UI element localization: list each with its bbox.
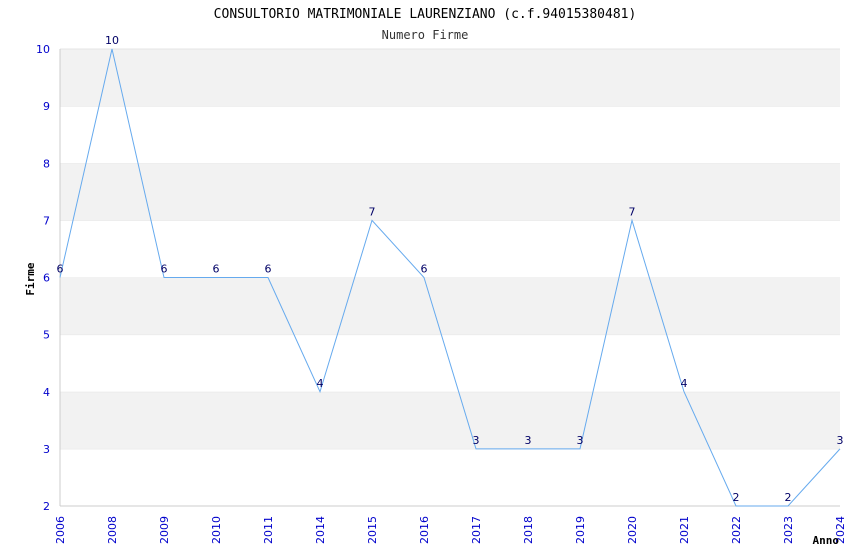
x-tick-label: 2017	[470, 516, 483, 544]
x-tick-label: 2006	[54, 516, 67, 544]
y-tick-label: 7	[43, 214, 50, 227]
y-tick-label: 6	[43, 272, 50, 285]
y-axis-ticks: 2 3 4 5 6 7 8 9 10	[36, 43, 50, 513]
y-tick-label: 4	[43, 386, 50, 399]
grid-band	[60, 49, 840, 107]
x-tick-label: 2011	[262, 516, 275, 544]
grid-band	[60, 391, 840, 449]
grid-band	[60, 106, 840, 164]
grid-band	[60, 277, 840, 335]
y-tick-label: 5	[43, 329, 50, 342]
data-label: 6	[421, 263, 428, 276]
y-tick-label: 9	[43, 100, 50, 113]
data-label: 7	[629, 205, 636, 218]
x-tick-label: 2010	[210, 516, 223, 544]
y-axis-label: Firme	[24, 262, 37, 295]
data-label: 4	[681, 377, 688, 390]
x-tick-label: 2014	[314, 516, 327, 544]
x-tick-label: 2018	[522, 516, 535, 544]
x-tick-label: 2016	[418, 516, 431, 544]
chart-title: CONSULTORIO MATRIMONIALE LAURENZIANO (c.…	[214, 7, 637, 22]
data-label: 3	[577, 434, 584, 447]
x-axis-ticks: 2006 2008 2009 2010 2011 2014 2015 2016 2017 2018…	[54, 516, 847, 544]
data-label: 4	[317, 377, 324, 390]
x-tick-label: 2019	[574, 516, 587, 544]
y-tick-label: 3	[43, 443, 50, 456]
data-label: 2	[733, 491, 740, 504]
data-label: 3	[473, 434, 480, 447]
data-label: 7	[369, 205, 376, 218]
data-label: 6	[213, 263, 220, 276]
data-label: 2	[785, 491, 792, 504]
x-tick-label: 2023	[782, 516, 795, 544]
y-tick-label: 10	[36, 43, 50, 56]
y-tick-label: 2	[43, 500, 50, 513]
x-tick-label: 2021	[678, 516, 691, 544]
x-tick-label: 2015	[366, 516, 379, 544]
chart-subtitle: Numero Firme	[382, 28, 469, 42]
x-tick-label: 2020	[626, 516, 639, 544]
data-label: 3	[837, 434, 844, 447]
x-tick-label: 2009	[158, 516, 171, 544]
data-label: 6	[265, 263, 272, 276]
data-label: 3	[525, 434, 532, 447]
grid-band	[60, 163, 840, 221]
x-tick-label: 2008	[106, 516, 119, 544]
line-chart: CONSULTORIO MATRIMONIALE LAURENZIANO (c.…	[24, 7, 847, 547]
x-axis-label: Anno	[813, 534, 840, 547]
x-tick-label: 2022	[730, 516, 743, 544]
grid-band	[60, 220, 840, 278]
y-tick-label: 8	[43, 157, 50, 170]
data-label: 10	[105, 34, 119, 47]
data-label: 6	[57, 263, 64, 276]
data-label: 6	[161, 263, 168, 276]
